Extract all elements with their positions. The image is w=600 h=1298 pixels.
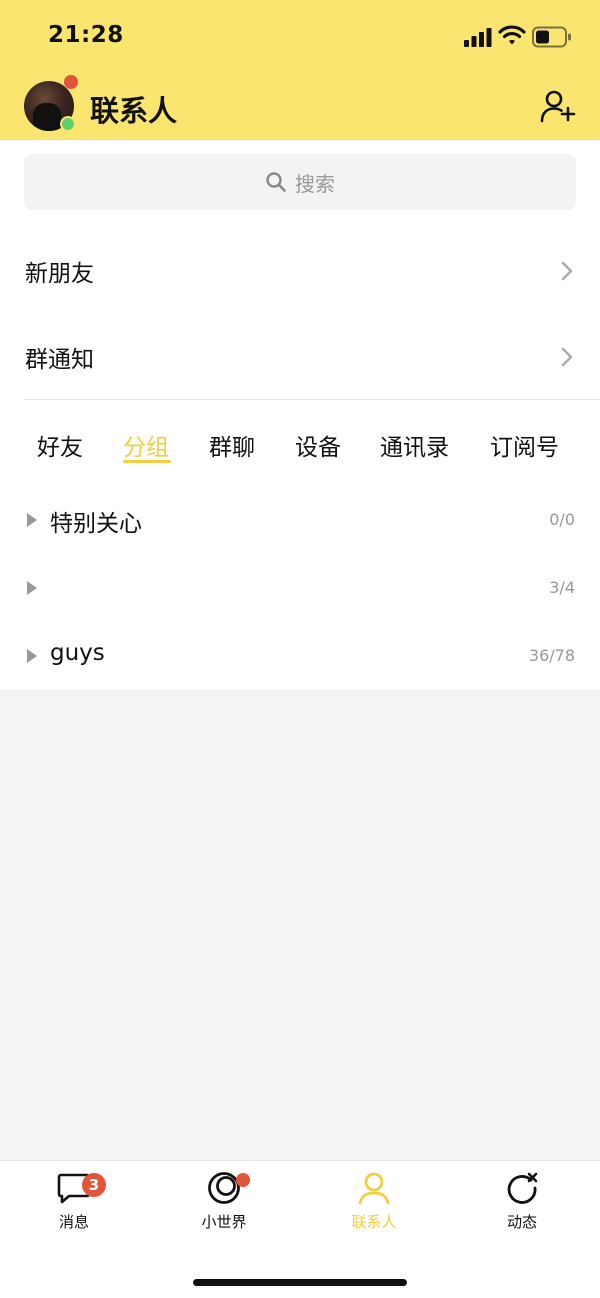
- moments-icon: [507, 1172, 538, 1204]
- wifi-icon: [498, 25, 526, 45]
- contacts-panel: 搜索 新朋友 群通知 好友 分组 群聊 设备 通讯录 订阅号 特别关心 0/0 …: [0, 140, 600, 689]
- new-friends-label: 新朋友: [25, 261, 94, 287]
- user-avatar[interactable]: [24, 75, 78, 133]
- nav-contacts[interactable]: 联系人: [324, 1171, 424, 1241]
- active-tab-indicator: [123, 460, 171, 463]
- nav-label: 消息: [58, 1213, 89, 1231]
- group-notice-label: 群通知: [25, 347, 94, 373]
- bottom-tab-bar: 3 消息 小世界 联系人 动态: [0, 1160, 600, 1298]
- expand-triangle-icon: [27, 649, 37, 663]
- group-count: 0/0: [549, 510, 575, 529]
- tab-groups[interactable]: 分组: [123, 428, 169, 462]
- status-bar: 21:28: [0, 0, 600, 70]
- chevron-right-icon: [561, 347, 573, 367]
- group-notice-row[interactable]: 群通知: [0, 314, 600, 400]
- expand-triangle-icon: [27, 513, 37, 527]
- home-indicator: [193, 1279, 407, 1286]
- battery-icon: [532, 26, 571, 48]
- header-bar: 21:28 联系人: [0, 0, 600, 140]
- status-time: 21:28: [48, 22, 124, 48]
- expand-triangle-icon: [27, 581, 37, 595]
- signal-icon: [464, 28, 492, 47]
- group-count: 36/78: [528, 646, 575, 665]
- tab-address-book[interactable]: 通讯录: [380, 428, 449, 462]
- online-status-dot: [60, 116, 76, 132]
- group-name: 特别关心: [50, 511, 142, 537]
- search-icon: [266, 172, 286, 192]
- nav-label: 动态: [506, 1213, 537, 1231]
- tab-friends[interactable]: 好友: [37, 428, 83, 462]
- search-placeholder: 搜索: [295, 171, 335, 196]
- new-friends-row[interactable]: 新朋友: [0, 228, 600, 314]
- nav-label: 小世界: [201, 1213, 247, 1231]
- page-title: 联系人: [90, 94, 178, 128]
- nav-messages[interactable]: 3 消息: [24, 1171, 124, 1241]
- search-bar[interactable]: 搜索: [24, 154, 576, 210]
- contacts-icon: [358, 1172, 390, 1205]
- notification-dot: [64, 75, 78, 89]
- tab-subscriptions[interactable]: 订阅号: [490, 428, 559, 462]
- group-count: 3/4: [549, 578, 575, 597]
- group-row[interactable]: guys 36/78: [0, 626, 600, 686]
- nav-label: 联系人: [351, 1213, 397, 1231]
- contacts-tabs: 好友 分组 群聊 设备 通讯录 订阅号: [0, 408, 600, 468]
- group-name: guys: [50, 640, 105, 666]
- tab-devices[interactable]: 设备: [295, 428, 341, 462]
- group-row[interactable]: 3/4: [0, 558, 600, 618]
- new-content-dot: [236, 1173, 250, 1187]
- chevron-right-icon: [561, 261, 573, 281]
- unread-badge: 3: [82, 1173, 106, 1197]
- nav-moments[interactable]: 动态: [472, 1171, 572, 1241]
- add-contact-icon[interactable]: [540, 90, 576, 124]
- divider: [24, 399, 600, 400]
- tab-group-chats[interactable]: 群聊: [209, 428, 255, 462]
- group-row[interactable]: 特别关心 0/0: [0, 490, 600, 550]
- nav-small-world[interactable]: 小世界: [174, 1171, 274, 1241]
